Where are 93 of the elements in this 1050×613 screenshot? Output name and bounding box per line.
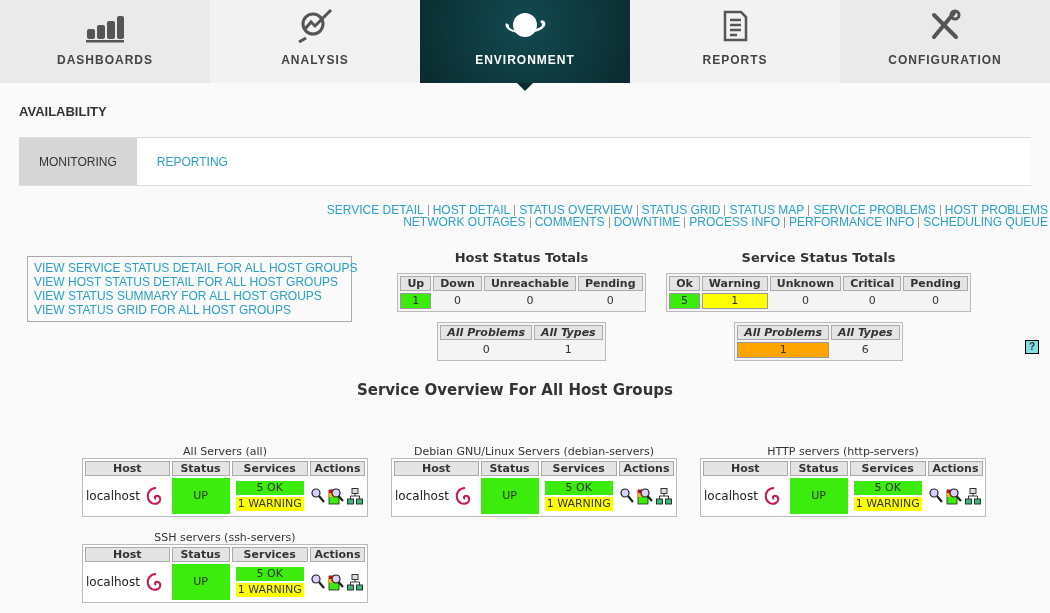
page-title: AVAILABILITY [19,104,107,119]
sub-tab[interactable]: MONITORING [19,138,137,185]
table-cell-text: 6 [860,341,870,358]
magnifier-icon[interactable] [620,488,635,504]
status-cell: UP [171,478,230,514]
report-magnifier-icon[interactable] [328,487,345,505]
service-count-link[interactable]: 1 WARNING [853,497,922,511]
column-header: All Problems [440,324,533,340]
report-magnifier-icon[interactable] [637,487,654,505]
table-cell: 1 [737,341,830,358]
group-title: All Servers (all) [183,445,267,458]
table-cell-text: 1 [563,341,573,358]
report-magnifier-icon[interactable] [328,573,345,591]
table-cell-text: 0 [800,292,810,309]
column-header: Critical [843,275,902,291]
column-header: Status [480,461,539,476]
column-header: Unknown [769,275,842,291]
pointer-caret-icon [517,83,533,91]
magnifier-trend-icon [296,9,334,43]
column-header: Host [703,461,788,476]
table-cell: 1 [701,292,768,309]
column-header: Down [433,275,482,291]
service-count-link[interactable]: 1 WARNING [235,583,304,597]
magnifier-icon[interactable] [311,488,326,504]
network-tree-icon[interactable] [347,573,364,591]
service-count-link[interactable]: 1 WARNING [544,497,613,511]
column-header: Status [171,547,230,562]
swirl-logo-icon [763,486,782,506]
service-count-link[interactable]: 1 WARNING [235,497,304,511]
column-header: Host [85,547,170,562]
group-title: HTTP servers (http-servers) [767,445,919,458]
status-cell: UP [171,564,230,600]
table-cell-text: 0 [481,341,491,358]
column-header: Services [231,461,308,476]
column-header: Actions [309,547,365,562]
table-cell-text: 0 [453,292,463,309]
magnifier-icon[interactable] [929,488,944,504]
column-header: Host [394,461,479,476]
group-title: Debian GNU/Linux Servers (debian-servers) [413,445,654,458]
status-cell: UP [480,478,539,514]
report-magnifier-icon[interactable] [946,487,963,505]
column-header: All Types [831,324,900,340]
network-tree-icon[interactable] [965,487,982,505]
host-link[interactable]: localhost [704,487,758,505]
host-link[interactable]: localhost [86,487,140,505]
table-cell-text: 0 [525,292,535,309]
column-header: Up [400,275,432,291]
swirl-logo-icon [145,486,164,506]
nav-tab[interactable]: ENVIRONMENT [420,0,630,83]
help-button[interactable]: ? [1025,340,1039,354]
column-header: Status [171,461,230,476]
column-header: Unreachable [483,275,576,291]
column-header: Pending [903,275,968,291]
swirl-logo-icon [145,572,164,592]
group-title: SSH servers (ssh-servers) [154,531,296,544]
service-count-link[interactable]: 5 OK [235,481,304,495]
table-cell-text: 0 [867,292,877,309]
column-header: Warning [701,275,768,291]
column-header: Actions [309,461,365,476]
table-cell: 5 [669,292,700,309]
status-cell: UP [789,478,848,514]
totals-title: Host Status Totals [454,249,589,267]
nav-tab[interactable]: CONFIGURATION [840,0,1050,83]
nav-tab[interactable]: ANALYSIS [210,0,420,83]
host-link[interactable]: localhost [395,487,449,505]
table-cell-text: 0 [931,292,941,309]
column-header: Status [789,461,848,476]
service-count-link[interactable]: 5 OK [235,567,304,581]
nav-tab[interactable]: DASHBOARDS [0,0,210,83]
column-header: All Types [534,324,603,340]
bar-chart-icon [85,15,125,43]
magnifier-icon[interactable] [311,574,326,590]
column-header: Ok [669,275,700,291]
column-header: All Problems [737,324,830,340]
table-cell-text: 0 [605,292,615,309]
column-header: Services [231,547,308,562]
document-icon [721,9,749,43]
network-tree-icon[interactable] [347,487,364,505]
overview-title: Service Overview For All Host Groups [356,379,674,401]
totals-title: Service Status Totals [741,249,896,267]
service-count-link[interactable]: 5 OK [853,481,922,495]
swirl-logo-icon [454,486,473,506]
column-header: Pending [577,275,643,291]
column-header: Host [85,461,170,476]
column-header: Actions [618,461,674,476]
table-cell: 1 [400,292,432,309]
host-link[interactable]: localhost [86,573,140,591]
nav-tab[interactable]: REPORTS [630,0,840,83]
column-header: Services [540,461,617,476]
network-tree-icon[interactable] [656,487,673,505]
service-count-link[interactable]: 5 OK [544,481,613,495]
column-header: Actions [927,461,983,476]
column-header: Services [849,461,926,476]
